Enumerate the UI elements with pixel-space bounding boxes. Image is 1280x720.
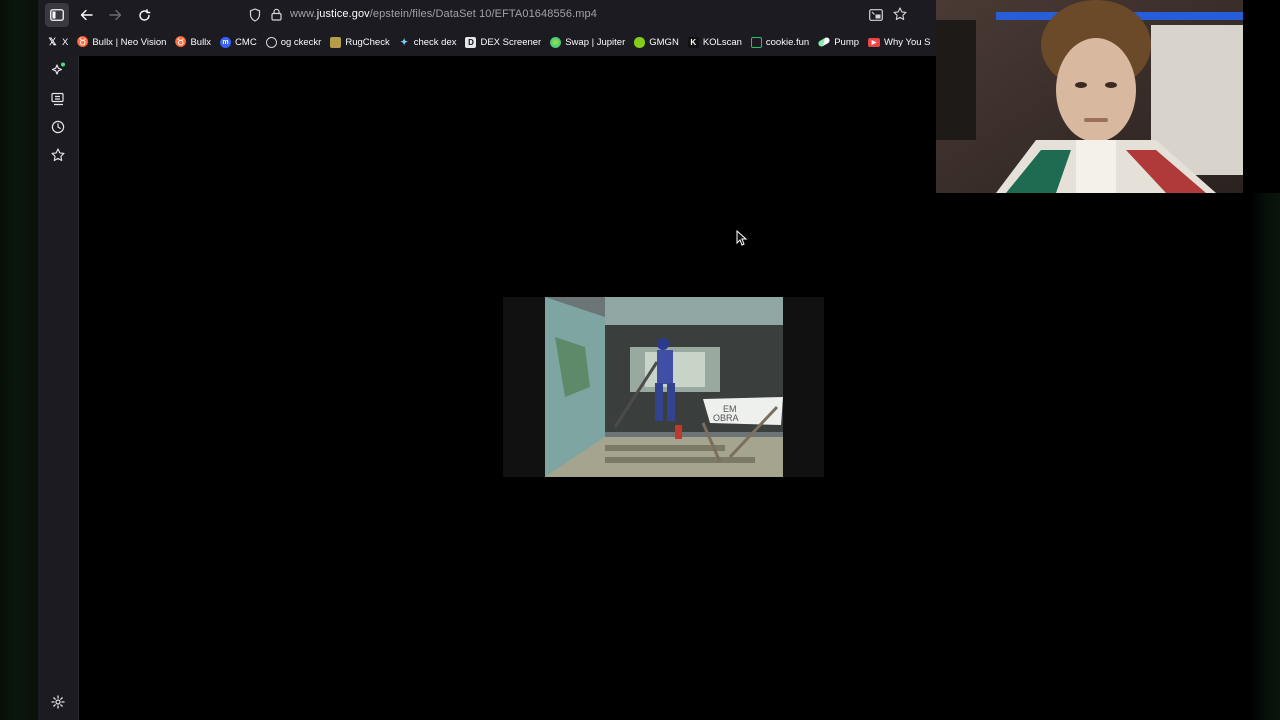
ai-chatbot-button[interactable]: [48, 60, 68, 80]
bookmark-label: og ckeckr: [280, 36, 322, 48]
bookmark-star-icon[interactable]: [893, 7, 907, 26]
globe-icon: [265, 36, 277, 48]
rugcheck-icon: [330, 36, 342, 48]
youtube-icon: ▶: [868, 37, 881, 47]
screen: www.justice.gov/epstein/files/DataSet 10…: [0, 0, 1280, 720]
bookmark-cookie-fun[interactable]: cookie.fun: [747, 32, 813, 52]
cookie-icon: [750, 36, 762, 48]
bookmark-cmc[interactable]: m CMC: [216, 32, 261, 52]
bookmark-label: KOLscan: [702, 36, 742, 48]
bookmarks-bar: 𝕏X ♉ Bullx | Neo Vision ♉ Bullx m CMC og ck…: [38, 31, 936, 53]
dexscreener-icon: D: [465, 36, 477, 48]
url-host: justice.gov: [316, 8, 370, 20]
bookmark-label: Bullx: [190, 36, 212, 48]
bookmark-label: X: [62, 36, 69, 48]
bookmark-label: RugCheck: [345, 36, 390, 48]
sparkle-icon: [51, 62, 65, 75]
gear-icon: [51, 695, 65, 709]
history-button[interactable]: [48, 117, 68, 137]
picture-in-picture-icon[interactable]: [869, 8, 883, 26]
sidebar-toggle-button[interactable]: [45, 3, 69, 27]
browser-chrome: www.justice.gov/epstein/files/DataSet 10…: [38, 0, 936, 56]
customize-sidebar-button[interactable]: [48, 692, 68, 712]
url-bar[interactable]: www.justice.gov/epstein/files/DataSet 10…: [242, 3, 912, 27]
reload-button[interactable]: [132, 3, 156, 27]
bookmark-label: Swap | Jupiter: [565, 36, 626, 48]
bookmark-check-dex[interactable]: ✦ check dex: [395, 32, 461, 52]
reload-icon: [138, 8, 150, 21]
star-icon: [51, 148, 65, 162]
bookmark-pump[interactable]: Pump: [814, 32, 863, 52]
forward-button[interactable]: [103, 3, 127, 27]
clock-icon: [51, 120, 65, 134]
bookmark-og-ckeckr[interactable]: og ckeckr: [262, 32, 326, 52]
url-text[interactable]: www.justice.gov/epstein/files/DataSet 10…: [290, 8, 597, 20]
video-frame-image[interactable]: EM OBRA: [545, 297, 783, 477]
bookmark-label: DEX Screener: [480, 36, 542, 48]
mouse-cursor-icon: [736, 229, 748, 246]
bookmarks-button[interactable]: [48, 145, 68, 165]
bookmark-why-you-s[interactable]: ▶ Why You S: [864, 32, 934, 52]
webcam-overlay: [936, 0, 1243, 193]
kolscan-icon: K: [687, 36, 699, 48]
bookmark-x[interactable]: 𝕏X: [38, 32, 72, 52]
bookmark-label: Why You S: [884, 36, 931, 48]
lock-icon[interactable]: [271, 8, 282, 26]
url-prefix: www.: [290, 8, 317, 20]
cmc-icon: m: [220, 36, 232, 48]
gmgn-icon: [634, 36, 646, 48]
back-button[interactable]: [74, 3, 98, 27]
jupiter-icon: [550, 36, 562, 48]
toolbar: www.justice.gov/epstein/files/DataSet 10…: [38, 0, 936, 30]
bookmark-label: cookie.fun: [765, 36, 810, 48]
dex-icon: ✦: [400, 36, 408, 47]
bookmark-gmgn[interactable]: GMGN: [630, 32, 683, 52]
x-logo-icon: 𝕏: [48, 36, 57, 48]
synced-tabs-icon: [51, 92, 64, 106]
url-path: /epstein/files/DataSet 10/EFTA01648556.m…: [369, 8, 597, 20]
sidebar: [38, 56, 79, 720]
bookmark-label: check dex: [413, 36, 457, 48]
back-arrow-icon: [80, 9, 93, 21]
bookmark-label: GMGN: [649, 36, 679, 48]
tracking-protection-shield-icon[interactable]: [249, 8, 261, 27]
bookmark-kolscan[interactable]: K KOLscan: [684, 32, 746, 52]
left-gutter: [0, 0, 38, 720]
bookmark-swap-jupiter[interactable]: Swap | Jupiter: [546, 32, 629, 52]
sidebar-icon: [50, 9, 64, 21]
pump-icon: [817, 36, 831, 48]
bookmark-label: CMC: [235, 36, 257, 48]
bookmark-label: Pump: [834, 36, 860, 48]
forward-arrow-icon: [108, 9, 121, 21]
bullx-icon: ♉: [76, 36, 90, 48]
svg-text:OBRA: OBRA: [713, 413, 739, 423]
synced-tabs-button[interactable]: [48, 89, 68, 109]
right-gutter: [1250, 193, 1280, 720]
bookmark-rugcheck[interactable]: RugCheck: [326, 32, 393, 52]
bookmark-label: Bullx | Neo Vision: [92, 36, 167, 48]
bookmark-bullx[interactable]: ♉ Bullx: [171, 32, 215, 52]
bookmark-bullx-neo-vision[interactable]: ♉ Bullx | Neo Vision: [73, 32, 170, 52]
bookmark-dex-screener[interactable]: D DEX Screener: [461, 32, 545, 52]
bullx-icon: ♉: [174, 36, 188, 48]
